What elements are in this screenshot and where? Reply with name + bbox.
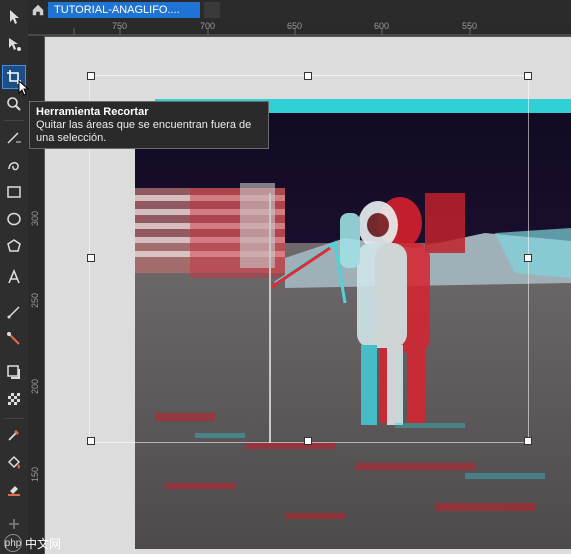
ruler-tick: 650 xyxy=(287,21,303,31)
add-tool-icon[interactable] xyxy=(3,513,25,535)
watermark-logo: php xyxy=(4,534,22,552)
mouse-cursor-icon xyxy=(18,80,30,96)
crop-handle[interactable] xyxy=(524,254,532,262)
crop-handle[interactable] xyxy=(87,254,95,262)
pick-tool-icon[interactable] xyxy=(3,6,25,28)
smart-fill-icon[interactable] xyxy=(3,478,25,500)
ruler-tick: 200 xyxy=(30,378,40,394)
ruler-tick: 750 xyxy=(112,21,128,31)
zoom-tool-icon[interactable] xyxy=(3,93,25,115)
tab-document-label: TUTORIAL-ANAGLIFO.... xyxy=(54,4,180,16)
ruler-tick: 550 xyxy=(462,21,478,31)
drop-shadow-icon[interactable] xyxy=(3,361,25,383)
polygon-tool-icon[interactable] xyxy=(3,235,25,257)
tab-document[interactable]: TUTORIAL-ANAGLIFO.... xyxy=(48,2,200,18)
watermark-site: 中文网 xyxy=(25,536,62,551)
crop-handle[interactable] xyxy=(304,72,312,80)
crop-handle[interactable] xyxy=(524,72,532,80)
watermark: php 中文网 xyxy=(4,534,61,552)
tooltip-description: Quitar las áreas que se encuentran fuera… xyxy=(36,119,252,144)
freehand-tool-icon[interactable] xyxy=(3,127,25,149)
crop-handle[interactable] xyxy=(524,437,532,445)
transparency-tool-icon[interactable] xyxy=(3,388,25,410)
home-icon[interactable] xyxy=(30,2,46,18)
eyedropper-tool-icon[interactable] xyxy=(3,424,25,446)
ellipse-tool-icon[interactable] xyxy=(3,208,25,230)
dimension-tool-icon[interactable] xyxy=(3,301,25,323)
new-tab-button[interactable] xyxy=(204,2,220,18)
crop-handle[interactable] xyxy=(87,72,95,80)
connector-tool-icon[interactable] xyxy=(3,328,25,350)
ruler-tick: 700 xyxy=(200,21,216,31)
ruler-tick: 300 xyxy=(30,210,40,226)
smart-drawing-icon[interactable] xyxy=(3,154,25,176)
crop-tool-tooltip: Herramienta Recortar Quitar las áreas qu… xyxy=(29,101,269,149)
rectangle-tool-icon[interactable] xyxy=(3,181,25,203)
shape-tool-icon[interactable] xyxy=(3,33,25,55)
fill-tool-icon[interactable] xyxy=(3,451,25,473)
tooltip-title: Herramienta Recortar xyxy=(36,106,149,118)
tab-bar: TUTORIAL-ANAGLIFO.... xyxy=(28,0,571,20)
crop-handle[interactable] xyxy=(87,437,95,445)
text-tool-icon[interactable] xyxy=(3,266,25,288)
ruler-tick: 250 xyxy=(30,292,40,308)
ruler-tick: 150 xyxy=(30,466,40,482)
ruler-tick: 600 xyxy=(374,21,390,31)
ruler-top: 750 700 650 600 550 xyxy=(28,20,571,37)
crop-handle[interactable] xyxy=(304,437,312,445)
